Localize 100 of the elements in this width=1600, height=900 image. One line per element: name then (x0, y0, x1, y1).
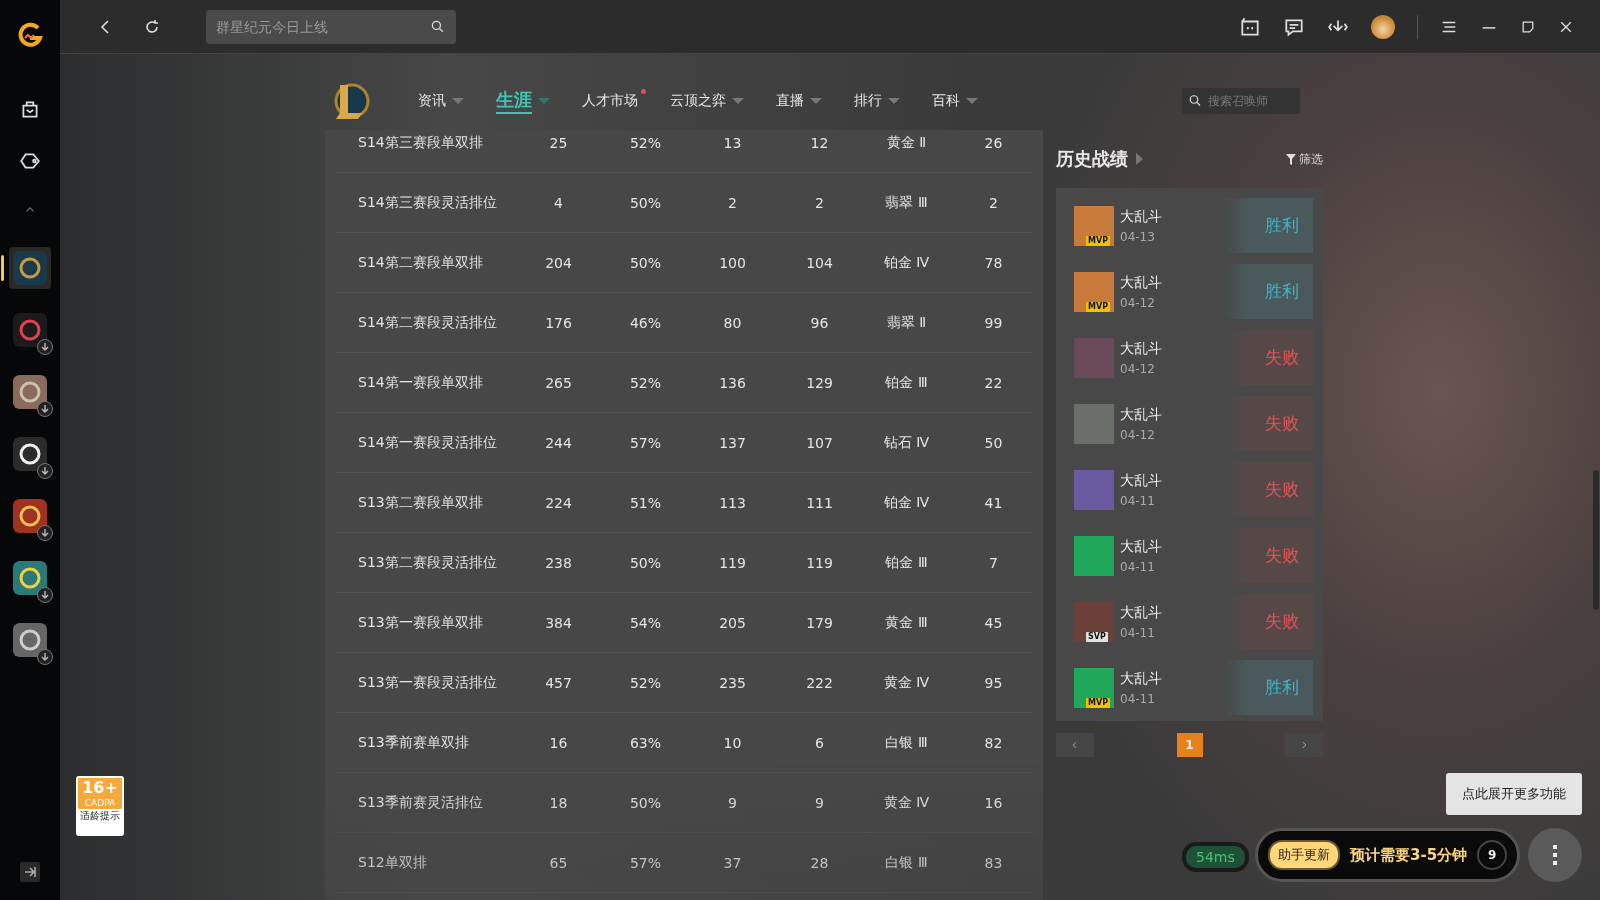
table-cell-text: 265 (544, 374, 573, 391)
game-mode: 大乱斗 (1120, 339, 1162, 358)
search-field[interactable]: 群星纪元今日上线 (206, 9, 456, 44)
table-cell-text: S13季前赛单双排 (357, 733, 470, 752)
table-cell-text: 铂金 Ⅲ (884, 553, 929, 572)
table-cell-text: S13第一赛段灵活排位 (357, 673, 498, 692)
nav-tab[interactable]: 生涯 (486, 81, 572, 121)
table-cell-text: 9 (727, 794, 738, 811)
table-cell-text: 111 (805, 494, 834, 511)
nav-tab[interactable]: 排行 (844, 81, 922, 121)
table-cell-text: S13第一赛段单双排 (357, 613, 484, 632)
app-logo[interactable] (16, 20, 44, 50)
filter-button[interactable]: 筛选 (1286, 150, 1323, 168)
match-date: 04-11 (1120, 691, 1156, 706)
game-mode: 大乱斗 (1120, 603, 1162, 622)
table-cell-text: 65 (548, 854, 569, 871)
match-date: 04-11 (1120, 625, 1156, 640)
game-icon[interactable] (13, 437, 47, 471)
game-icon[interactable] (13, 499, 47, 533)
summoner-search-field[interactable]: 搜索召唤师 (1182, 88, 1300, 114)
update-button[interactable]: 助手更新 (1268, 840, 1340, 870)
table-cell-text: 51% (628, 494, 663, 511)
table-cell-text: 铂金 Ⅳ (882, 253, 931, 272)
age-rating-label: 适龄提示 (80, 809, 120, 823)
table-cell-text: S13第二赛段灵活排位 (357, 553, 498, 572)
table-cell-text: 52% (628, 674, 663, 691)
game-mode: 大乱斗 (1120, 405, 1162, 424)
nav-tab[interactable]: 百科 (922, 81, 1000, 121)
download-icon (37, 525, 53, 541)
tooltip: 点此展开更多功能 (1446, 773, 1582, 815)
table-cell-text: S14第二赛段单双排 (357, 253, 484, 272)
table-cell-text: 80 (722, 314, 743, 331)
table-cell-text: 205 (718, 614, 747, 631)
scrollbar[interactable] (1593, 470, 1599, 610)
table-cell-text: 119 (718, 554, 747, 571)
table-cell-text: 52% (628, 374, 663, 391)
table-cell-text: 铂金 Ⅳ (882, 493, 931, 512)
nav-tab[interactable]: 直播 (766, 81, 844, 121)
table-cell-text: 黄金 Ⅱ (885, 133, 928, 152)
update-eta: 预计需要3-5分钟 (1350, 845, 1468, 865)
table-cell-text: S14第三赛段单双排 (357, 133, 484, 152)
table-cell-text: 41 (983, 494, 1004, 511)
table-cell-text: 244 (544, 434, 573, 451)
table-cell-text: 4 (553, 194, 564, 211)
table-cell-text: 54% (628, 614, 663, 631)
collapse-icon[interactable] (20, 862, 40, 882)
game-icon[interactable] (13, 251, 47, 285)
table-cell-text: S14第二赛段灵活排位 (357, 313, 498, 332)
table-cell-text: 57% (628, 854, 663, 871)
age-rating: 16+ (82, 778, 118, 798)
bot-icon[interactable] (1239, 15, 1261, 38)
table-cell-text: 16 (983, 794, 1004, 811)
table-cell-text: 28 (809, 854, 830, 871)
table-cell-text: 238 (544, 554, 573, 571)
table-cell-text: 45 (983, 614, 1004, 631)
search-icon[interactable] (1188, 93, 1203, 109)
game-mode: 大乱斗 (1120, 273, 1162, 292)
table-cell-text: 黄金 Ⅲ (884, 613, 929, 632)
table-cell-text: 235 (718, 674, 747, 691)
table-cell-text: 99 (983, 314, 1004, 331)
download-icon (37, 463, 53, 479)
table-cell-text: 179 (805, 614, 834, 631)
table-cell-text: 78 (983, 254, 1004, 271)
match-date: 04-12 (1120, 361, 1156, 376)
game-icon[interactable] (13, 375, 47, 409)
user-avatar[interactable] (1371, 14, 1395, 39)
nav-tab[interactable]: 人才市场 (572, 81, 660, 121)
table-cell-text: S13第二赛段单双排 (357, 493, 484, 512)
nav-tab[interactable]: 云顶之弈 (660, 81, 766, 121)
nav-tab[interactable]: 资讯 (408, 81, 486, 121)
table-cell-text: 6 (814, 734, 825, 751)
game-mode: 大乱斗 (1120, 471, 1162, 490)
table-cell-text: 50% (628, 254, 663, 271)
table-cell-text: 50% (628, 794, 663, 811)
countdown: 9 (1477, 840, 1508, 870)
table-cell-text: 113 (718, 494, 747, 511)
caret-right-icon[interactable] (1136, 153, 1143, 165)
ping-indicator: 54ms (1182, 842, 1249, 872)
download-icon (37, 339, 53, 355)
download-icon (37, 649, 53, 665)
game-icon[interactable] (13, 561, 47, 595)
table-cell-text: 铂金 Ⅲ (884, 373, 929, 392)
table-cell-text: 12 (809, 134, 830, 151)
table-cell-text: 26 (983, 134, 1004, 151)
table-cell-text: 224 (544, 494, 573, 511)
match-date: 04-11 (1120, 493, 1156, 508)
table-cell-text: 2 (727, 194, 738, 211)
table-cell-text: 107 (805, 434, 834, 451)
table-cell-text: 57% (628, 434, 663, 451)
table-cell-text: 204 (544, 254, 573, 271)
search-icon[interactable] (430, 18, 446, 35)
table-cell-text: 10 (722, 734, 743, 751)
table-cell-text: 176 (544, 314, 573, 331)
match-date: 04-11 (1120, 559, 1156, 574)
download-icon (37, 401, 53, 417)
game-icon[interactable] (13, 623, 47, 657)
table-cell-text: S13季前赛灵活排位 (357, 793, 484, 812)
match-date: 04-12 (1120, 427, 1156, 442)
table-cell-text: 22 (983, 374, 1004, 391)
table-cell-text: 137 (718, 434, 747, 451)
